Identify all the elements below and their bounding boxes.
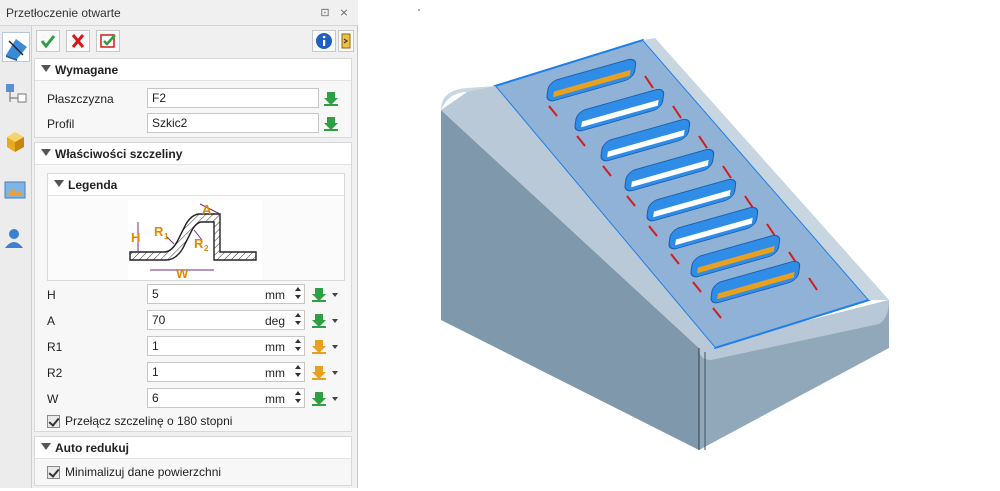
collapse-arrow-icon (41, 443, 51, 450)
pick-icon[interactable] (323, 115, 339, 131)
close-icon[interactable]: ⨯ (337, 6, 351, 20)
collapse-arrow-icon (54, 180, 64, 187)
spinner-icon[interactable] (295, 312, 303, 328)
tab-users[interactable] (2, 224, 30, 254)
views-tab-icon (4, 181, 26, 199)
user-tab-icon (5, 229, 23, 248)
spinner-icon[interactable] (295, 286, 303, 302)
param-unit: mm (265, 340, 285, 354)
legend-box: Legenda H A R 1 R 2 W (47, 173, 345, 281)
tab-views[interactable] (2, 176, 30, 206)
legend-w: W (176, 266, 189, 280)
minimize-label: Minimalizuj dane powierzchni (65, 465, 222, 479)
pick-icon[interactable] (311, 312, 327, 328)
ok-button[interactable] (36, 30, 60, 52)
check-icon (40, 35, 56, 49)
param-label: H (47, 288, 56, 302)
info-icon (316, 33, 332, 49)
flip-checkbox[interactable] (47, 415, 60, 428)
param-label: A (47, 314, 56, 328)
panel-title: Przetłoczenie otwarte (6, 6, 121, 20)
legend-r2-sub: 2 (204, 244, 209, 253)
slot-header[interactable]: Właściwości szczeliny (35, 143, 351, 165)
spinner-icon[interactable] (295, 338, 303, 354)
auto-reduce-section: Auto redukuj Minimalizuj dane powierzchn… (34, 436, 352, 486)
legend-title: Legenda (68, 178, 118, 192)
apply-button[interactable] (96, 30, 120, 52)
minimize-checkbox[interactable] (47, 466, 60, 479)
required-section: Wymagane Płaszczyzna F2 Profil Szkic2 (34, 58, 352, 138)
side-tabs (0, 26, 32, 488)
spinner-icon[interactable] (295, 390, 303, 406)
flip-label: Przełącz szczelinę o 180 stopni (65, 414, 233, 428)
auto-header[interactable]: Auto redukuj (35, 437, 351, 459)
legend-header[interactable]: Legenda (48, 174, 344, 196)
dropdown-arrow-icon[interactable] (332, 319, 338, 323)
dropdown-arrow-icon[interactable] (332, 293, 338, 297)
help-button[interactable] (338, 30, 354, 52)
dropdown-arrow-icon[interactable] (332, 397, 338, 401)
param-unit: mm (265, 288, 285, 302)
param-label: W (47, 392, 59, 406)
info-button[interactable] (312, 30, 336, 52)
pick-icon[interactable] (311, 338, 327, 354)
legend-r2: R (194, 236, 204, 251)
param-unit: deg (265, 314, 286, 328)
panel-content: Wymagane Płaszczyzna F2 Profil Szkic2 Wł… (32, 26, 358, 488)
required-header[interactable]: Wymagane (35, 59, 351, 81)
auto-title: Auto redukuj (55, 441, 129, 455)
feature-tab-icon (6, 39, 27, 61)
param-label: R1 (47, 340, 63, 354)
command-toolbar (32, 26, 358, 56)
param-unit: mm (265, 392, 285, 406)
cube-tab-icon (7, 132, 24, 152)
cancel-button[interactable] (66, 30, 90, 52)
legend-h: H (131, 230, 140, 245)
pick-icon[interactable] (323, 90, 339, 106)
tab-history[interactable] (2, 80, 30, 110)
profile-field[interactable]: Szkic2 (147, 113, 319, 133)
pin-icon[interactable]: ⊡ (318, 6, 332, 20)
profile-label: Profil (47, 117, 75, 131)
param-label: R2 (47, 366, 63, 380)
model-view[interactable] (359, 0, 1000, 488)
properties-panel: Przetłoczenie otwarte ⊡ ⨯ Wymagane Płasz… (0, 0, 358, 488)
apply-check-icon (100, 34, 116, 48)
collapse-arrow-icon (41, 65, 51, 72)
legend-a: A (202, 202, 212, 217)
param-unit: mm (265, 366, 285, 380)
spinner-icon[interactable] (295, 364, 303, 380)
dropdown-arrow-icon[interactable] (332, 371, 338, 375)
legend-diagram: H A R 1 R 2 W (128, 200, 262, 280)
tab-feature[interactable] (2, 32, 30, 62)
pick-icon[interactable] (311, 286, 327, 302)
slot-title: Właściwości szczeliny (55, 147, 183, 161)
tab-parts[interactable] (2, 128, 30, 158)
slot-section: Właściwości szczeliny Legenda H A R 1 R … (34, 142, 352, 432)
help-icon (341, 33, 351, 49)
dropdown-arrow-icon[interactable] (332, 345, 338, 349)
cross-icon (71, 34, 85, 48)
plane-field[interactable]: F2 (147, 88, 319, 108)
collapse-arrow-icon (41, 149, 51, 156)
legend-r1-sub: 1 (164, 232, 169, 241)
pick-icon[interactable] (311, 364, 327, 380)
plane-label: Płaszczyzna (47, 92, 114, 106)
legend-r1: R (154, 224, 164, 239)
3d-viewport[interactable] (359, 0, 1000, 488)
panel-titlebar: Przetłoczenie otwarte ⊡ ⨯ (0, 0, 358, 26)
required-title: Wymagane (55, 63, 119, 77)
pick-icon[interactable] (311, 390, 327, 406)
tree-tab-icon (6, 84, 27, 103)
